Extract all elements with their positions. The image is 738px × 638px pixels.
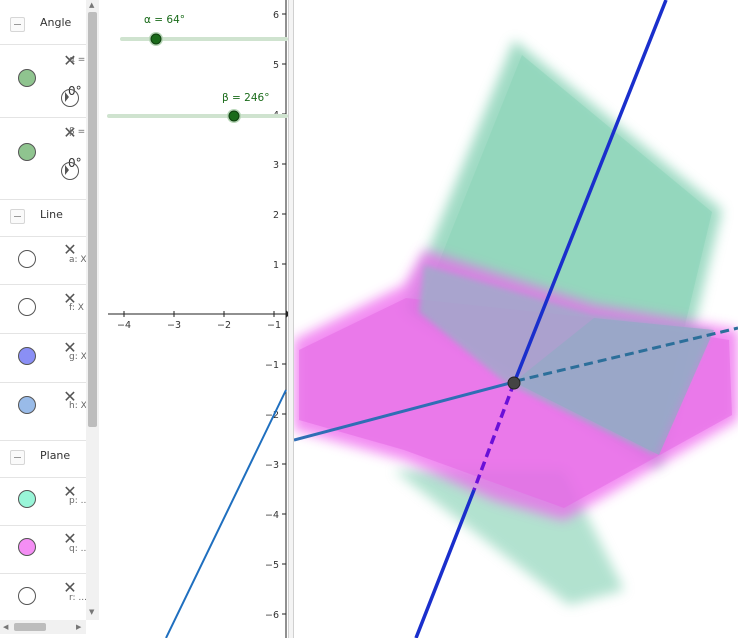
visibility-marble-icon[interactable]	[18, 250, 36, 268]
y-tick-label: 6	[273, 10, 279, 21]
visibility-marble-icon[interactable]	[18, 538, 36, 556]
definition-text: h: X	[69, 401, 86, 411]
y-tick-label: 1	[273, 260, 279, 271]
intersection-point[interactable]	[507, 376, 521, 390]
definition-text: a: X	[69, 255, 86, 265]
scrollbar-thumb[interactable]	[14, 623, 46, 631]
x-tick-label: −4	[117, 320, 131, 331]
horizontal-scrollbar[interactable]: ◀ ▶	[0, 620, 86, 634]
definition-text: g: X	[69, 352, 86, 362]
y-tick-label: 2	[273, 210, 279, 221]
vertical-scrollbar[interactable]: ▲ ▼	[86, 0, 99, 620]
definition-text: f: X	[69, 303, 84, 313]
scroll-left-icon[interactable]: ◀	[3, 623, 8, 631]
x-tick-label: −2	[217, 320, 231, 331]
group-header-line[interactable]: Line	[0, 199, 86, 230]
list-item-alpha[interactable]: ✕ α = 0°	[0, 44, 86, 118]
play-icon[interactable]	[61, 162, 79, 180]
visibility-marble-icon[interactable]	[18, 69, 36, 87]
visibility-marble-icon[interactable]	[18, 587, 36, 605]
scrollbar-thumb[interactable]	[88, 12, 97, 427]
scroll-down-icon[interactable]: ▼	[89, 608, 94, 616]
group-header-angle[interactable]: Angle	[0, 8, 86, 38]
list-item-line-a[interactable]: ✕ a: X	[0, 236, 86, 285]
graphics-2d-canvas[interactable]: 654321−1−2−3−4−5−6 −4−3−2−1 α = 64° β = …	[100, 0, 290, 638]
y-tick-label: −3	[265, 460, 279, 471]
list-item-plane-q[interactable]: ✕ q: ...	[0, 525, 86, 574]
group-header-plane[interactable]: Plane	[0, 440, 86, 471]
visibility-marble-icon[interactable]	[18, 396, 36, 414]
graphics-view-3d[interactable]	[294, 0, 738, 638]
play-icon[interactable]	[61, 89, 79, 107]
x-tick-label: −3	[167, 320, 181, 331]
slider-alpha-label: α = 64°	[144, 14, 185, 26]
definition-text: r: ...	[69, 593, 86, 603]
graphics-view-2d[interactable]: 654321−1−2−3−4−5−6 −4−3−2−1 α = 64° β = …	[100, 0, 290, 638]
definition-text: q: ...	[69, 544, 86, 554]
group-label: Angle	[40, 16, 72, 29]
y-tick-label: 5	[273, 60, 279, 71]
collapse-icon[interactable]	[10, 209, 25, 224]
list-item-beta[interactable]: ✕ β = 0°	[0, 117, 86, 191]
y-tick-label: −6	[265, 610, 279, 621]
visibility-marble-icon[interactable]	[18, 298, 36, 316]
definition-text: α =	[69, 55, 86, 65]
graphics-3d-canvas[interactable]	[294, 0, 738, 638]
definition-text: β =	[69, 127, 86, 137]
list-item-plane-r[interactable]: ✕ r: ...	[0, 573, 86, 622]
scroll-right-icon[interactable]: ▶	[76, 623, 81, 631]
group-label: Plane	[40, 449, 71, 462]
y-tick-label: −4	[265, 510, 279, 521]
scroll-up-icon[interactable]: ▲	[89, 1, 94, 9]
algebra-view: Angle ✕ α = 0° ✕ β = 0° Line ✕ a: X ✕ f:…	[0, 0, 101, 638]
y-tick-label: −5	[265, 560, 279, 571]
visibility-marble-icon[interactable]	[18, 143, 36, 161]
list-item-plane-p[interactable]: ✕ p: ...	[0, 477, 86, 526]
definition-text: p: ...	[69, 496, 86, 506]
collapse-icon[interactable]	[10, 450, 25, 465]
list-item-line-f[interactable]: ✕ f: X	[0, 284, 86, 334]
y-tick-label: −1	[265, 360, 279, 371]
slider-alpha-knob[interactable]	[150, 33, 162, 45]
group-label: Line	[40, 208, 63, 221]
x-tick-label: −1	[267, 320, 281, 331]
slider-beta-knob[interactable]	[228, 110, 240, 122]
slider-beta-label: β = 246°	[222, 92, 269, 104]
y-tick-label: 3	[273, 160, 279, 171]
line-g-lower	[414, 489, 476, 638]
visibility-marble-icon[interactable]	[18, 347, 36, 365]
list-item-line-h[interactable]: ✕ h: X	[0, 382, 86, 431]
visibility-marble-icon[interactable]	[18, 490, 36, 508]
list-item-line-g[interactable]: ✕ g: X	[0, 333, 86, 383]
collapse-icon[interactable]	[10, 17, 25, 32]
